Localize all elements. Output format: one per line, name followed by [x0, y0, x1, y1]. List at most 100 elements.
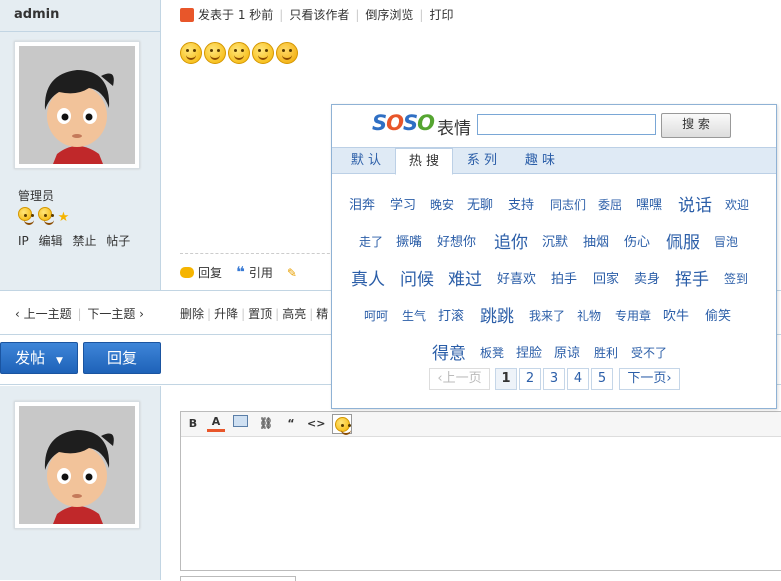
new-post-button[interactable]: 发帖 ▼ — [0, 342, 78, 374]
thread-nav: ‹ 上一主题 | 下一主题 › — [15, 307, 144, 321]
digest-link[interactable]: 精 — [316, 307, 328, 321]
page-1[interactable]: 1 — [495, 368, 517, 390]
author-online-icon — [180, 8, 194, 22]
keyword[interactable]: 专用章 — [615, 307, 651, 324]
print-link[interactable]: 打印 — [429, 8, 453, 22]
keyword[interactable]: 走了 — [359, 233, 383, 250]
keyword[interactable]: 跳跳 — [480, 302, 514, 327]
keyword[interactable]: 撅嘴 — [396, 231, 422, 250]
page-2[interactable]: 2 — [519, 368, 541, 390]
prev-page-label: 上一页 — [442, 371, 482, 386]
keyword[interactable]: 捏脸 — [516, 342, 542, 361]
keyword[interactable]: 好喜欢 — [497, 268, 536, 287]
ip-link[interactable]: IP — [18, 234, 29, 248]
tab-hot-search[interactable]: 热 搜 — [395, 148, 453, 175]
reply-link[interactable]: 回复 — [198, 266, 222, 280]
edit-user-link[interactable]: 编辑 — [39, 234, 63, 248]
keyword[interactable]: 问候 — [400, 265, 434, 290]
keyword[interactable]: 泪奔 — [349, 194, 375, 213]
reverse-order-link[interactable]: 倒序浏览 — [365, 8, 413, 22]
soso-tabs: 默 认 热 搜 系 列 趣 味 — [332, 147, 776, 175]
bold-button[interactable]: B — [184, 415, 202, 433]
editor-toolbar: B A ⛓ “ <> — [181, 412, 781, 437]
keyword[interactable]: 真人 — [351, 265, 385, 290]
edit-pencil-icon[interactable]: ✎ — [287, 266, 297, 280]
keyword[interactable]: 好想你 — [437, 231, 476, 250]
keyword[interactable]: 伤心 — [624, 231, 650, 250]
prev-page-button[interactable]: ‹上一页 — [429, 368, 490, 390]
keyword[interactable]: 受不了 — [631, 344, 667, 361]
keyword[interactable]: 生气 — [402, 307, 426, 324]
moderation-links: 删除 | 升降 | 置顶 | 高亮 | 精 — [180, 307, 329, 321]
delete-link[interactable]: 删除 — [180, 307, 204, 321]
author-name[interactable]: admin — [14, 7, 59, 22]
keyword[interactable]: 无聊 — [467, 194, 493, 213]
keyword[interactable]: 支持 — [508, 194, 534, 213]
prev-thread-label: 上一主题 — [23, 307, 72, 321]
keyword[interactable]: 沉默 — [542, 231, 568, 250]
sticky-link[interactable]: 置顶 — [248, 307, 272, 321]
soso-logo: SOSO — [372, 111, 435, 135]
next-thread-link[interactable]: 下一主题 › — [87, 307, 144, 321]
keyword[interactable]: 追你 — [494, 228, 528, 253]
keyword[interactable]: 拍手 — [551, 268, 577, 287]
tab-default[interactable]: 默 认 — [340, 148, 392, 173]
emoticon-icon[interactable] — [332, 414, 352, 435]
font-color-button[interactable]: A — [207, 415, 225, 432]
keyword[interactable]: 打滚 — [438, 305, 464, 324]
keyword[interactable]: 冒泡 — [714, 233, 738, 250]
ban-user-link[interactable]: 禁止 — [72, 234, 96, 248]
soso-search-button[interactable]: 搜 索 — [661, 113, 731, 138]
next-page-button[interactable]: 下一页› — [619, 368, 680, 390]
keyword[interactable]: 卖身 — [634, 268, 660, 287]
rank-smiley-icon — [37, 207, 54, 225]
keyword[interactable]: 签到 — [724, 270, 748, 287]
quote-link[interactable]: 引用 — [249, 266, 273, 280]
avatar[interactable] — [14, 41, 140, 169]
keyword[interactable]: 学习 — [390, 194, 416, 213]
keyword[interactable]: 挥手 — [675, 265, 709, 290]
page-4[interactable]: 4 — [567, 368, 589, 390]
page-3[interactable]: 3 — [543, 368, 565, 390]
reply-avatar[interactable] — [14, 401, 140, 529]
reply-editor[interactable]: B A ⛓ “ <> — [180, 411, 781, 571]
keyword[interactable]: 欢迎 — [725, 196, 749, 213]
prev-thread-link[interactable]: ‹ 上一主题 — [15, 307, 72, 321]
tab-fun[interactable]: 趣 味 — [514, 148, 566, 173]
keyword[interactable]: 委屈 — [598, 196, 622, 213]
keyword[interactable]: 佩服 — [666, 228, 700, 253]
divider — [0, 31, 160, 32]
keyword[interactable]: 晚安 — [430, 196, 454, 213]
keyword[interactable]: 说话 — [678, 191, 712, 216]
keyword[interactable]: 我来了 — [529, 307, 565, 324]
keyword[interactable]: 回家 — [593, 268, 619, 287]
keyword[interactable]: 板凳 — [480, 344, 504, 361]
keyword[interactable]: 吹牛 — [663, 305, 689, 324]
only-author-link[interactable]: 只看该作者 — [289, 8, 349, 22]
tab-series[interactable]: 系 列 — [456, 148, 508, 173]
divider — [180, 253, 340, 255]
soso-emoticon-panel: SOSO 表情 搜 索 默 认 热 搜 系 列 趣 味 泪奔 学习 晚安 无聊 … — [331, 104, 777, 409]
keyword[interactable]: 偷笑 — [705, 305, 731, 324]
keyword[interactable]: 胜利 — [594, 344, 618, 361]
keyword[interactable]: 原谅 — [554, 342, 580, 361]
keyword[interactable]: 礼物 — [577, 307, 601, 324]
keyword[interactable]: 嘿嘿 — [636, 194, 662, 213]
keyword[interactable]: 同志们 — [550, 196, 586, 213]
reply-button[interactable]: 回复 — [83, 342, 161, 374]
reply-bubble-icon — [180, 267, 194, 278]
image-icon[interactable] — [231, 415, 249, 433]
keyword[interactable]: 呵呵 — [364, 307, 388, 324]
user-posts-link[interactable]: 帖子 — [106, 234, 130, 248]
keyword[interactable]: 抽烟 — [583, 231, 609, 250]
code-icon[interactable]: <> — [307, 415, 325, 433]
keyword[interactable]: 难过 — [448, 265, 482, 290]
quote-icon[interactable]: “ — [282, 415, 300, 433]
bump-link[interactable]: 升降 — [214, 307, 238, 321]
highlight-link[interactable]: 高亮 — [282, 307, 306, 321]
editor-resize-handle[interactable] — [180, 576, 296, 581]
keyword[interactable]: 得意 — [432, 339, 466, 364]
link-icon[interactable]: ⛓ — [257, 415, 275, 433]
page-5[interactable]: 5 — [591, 368, 613, 390]
soso-search-input[interactable] — [477, 114, 656, 135]
